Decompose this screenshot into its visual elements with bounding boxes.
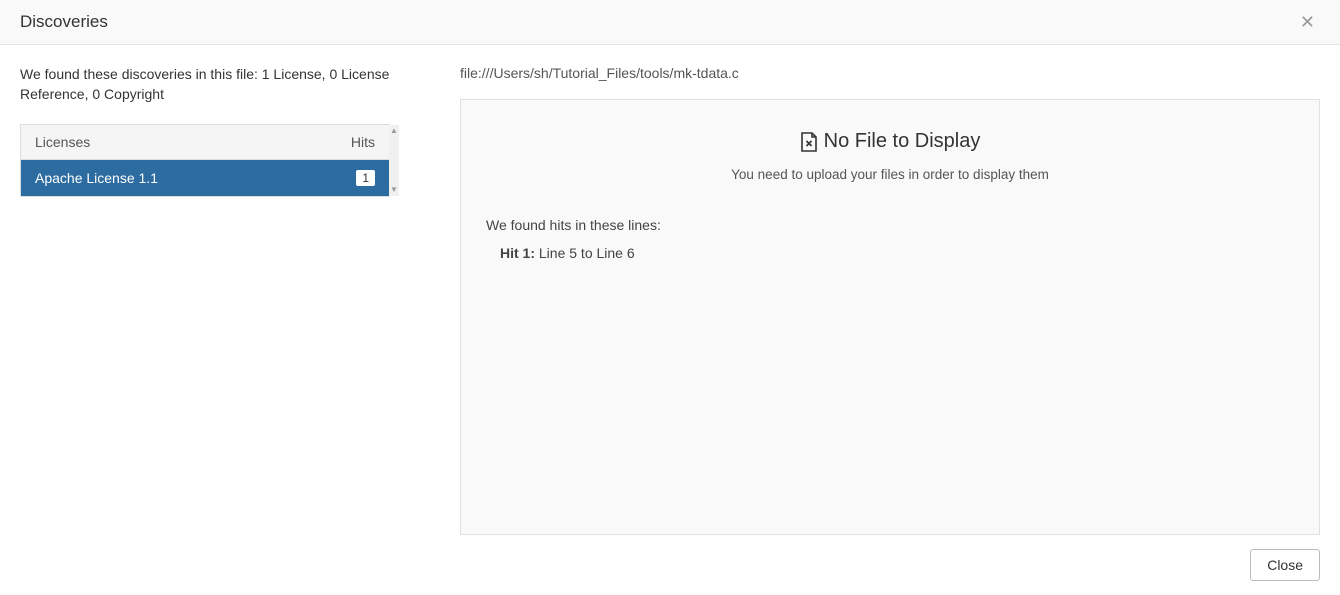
modal-title: Discoveries	[20, 12, 108, 32]
modal-header: Discoveries ✕	[0, 0, 1340, 45]
no-file-title-text: No File to Display	[824, 130, 981, 153]
right-panel: file:///Users/sh/Tutorial_Files/tools/mk…	[460, 65, 1320, 535]
table-row[interactable]: Apache License 1.1 1	[21, 160, 389, 196]
licenses-table: Licenses Hits Apache License 1.1 1 ▲ ▼	[20, 124, 390, 197]
file-error-icon	[800, 132, 818, 152]
close-icon[interactable]: ✕	[1295, 13, 1320, 31]
license-name: Apache License 1.1	[35, 170, 356, 186]
left-panel: We found these discoveries in this file:…	[20, 65, 390, 535]
file-content-box: No File to Display You need to upload yo…	[460, 99, 1320, 535]
hit-label: Hit 1:	[500, 245, 535, 261]
no-file-header: No File to Display You need to upload yo…	[486, 130, 1294, 182]
scrollbar[interactable]: ▲ ▼	[389, 125, 399, 196]
modal-footer: Close	[0, 535, 1340, 595]
close-button[interactable]: Close	[1250, 549, 1320, 581]
scroll-down-icon[interactable]: ▼	[390, 186, 398, 194]
hit-lines: Line 5 to Line 6	[539, 245, 635, 261]
file-path: file:///Users/sh/Tutorial_Files/tools/mk…	[460, 65, 1320, 81]
hit-count-badge: 1	[356, 170, 375, 186]
no-file-title: No File to Display	[800, 130, 981, 153]
scroll-up-icon[interactable]: ▲	[390, 127, 398, 135]
no-file-subtitle: You need to upload your files in order t…	[486, 167, 1294, 182]
table-header: Licenses Hits	[21, 125, 389, 160]
column-hits: Hits	[335, 134, 375, 150]
hits-intro: We found hits in these lines:	[486, 217, 1294, 233]
hit-entry: Hit 1: Line 5 to Line 6	[486, 245, 1294, 261]
discoveries-summary: We found these discoveries in this file:…	[20, 65, 390, 104]
modal-body: We found these discoveries in this file:…	[0, 45, 1340, 535]
column-licenses: Licenses	[35, 134, 335, 150]
